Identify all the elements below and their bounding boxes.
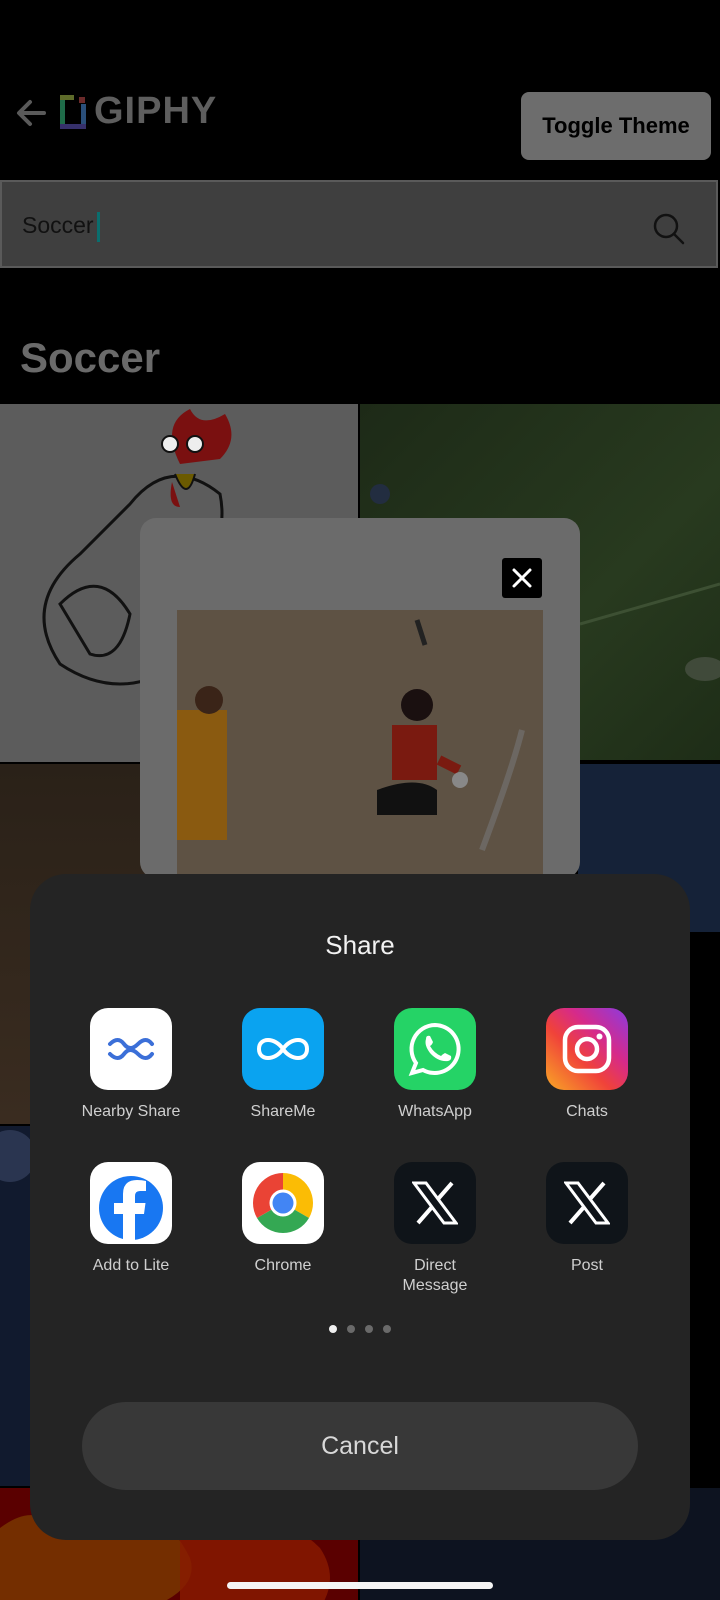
share-sheet-title: Share	[325, 930, 395, 960]
x-icon	[546, 1162, 628, 1244]
whatsapp-icon	[394, 1008, 476, 1090]
search-icon[interactable]	[652, 212, 686, 246]
app-label: WhatsApp	[398, 1103, 472, 1120]
app-label: Post	[570, 1257, 603, 1274]
app-label: Add to Lite	[92, 1257, 170, 1274]
close-icon	[512, 568, 532, 588]
share-target-shareme[interactable]: ShareMe	[208, 1008, 358, 1122]
page-dot-active	[329, 1325, 337, 1333]
top-bar: GIPHY Toggle Theme	[0, 0, 720, 178]
close-preview-button[interactable]	[502, 558, 542, 598]
app-label: Nearby Share	[81, 1103, 181, 1120]
share-target-instagram-chats[interactable]: Chats	[512, 1008, 662, 1122]
x-icon	[394, 1162, 476, 1244]
app-label: Chrome	[254, 1257, 312, 1274]
search-input-value: Soccer	[22, 212, 94, 239]
giphy-logo-mark-icon	[60, 94, 86, 129]
logo-text: GIPHY	[94, 90, 218, 132]
share-target-whatsapp[interactable]: WhatsApp	[360, 1008, 510, 1122]
share-target-x-post[interactable]: Post	[512, 1162, 662, 1276]
text-caret	[96, 212, 100, 242]
instagram-icon	[546, 1008, 628, 1090]
gif-preview-card	[140, 518, 580, 878]
share-target-nearby-share[interactable]: Nearby Share	[56, 1008, 206, 1122]
share-target-chrome[interactable]: Chrome	[208, 1162, 358, 1276]
page-indicator	[30, 1320, 690, 1338]
page-dot	[365, 1325, 373, 1333]
page-dot	[347, 1325, 355, 1333]
home-indicator[interactable]	[227, 1582, 493, 1589]
section-title: Soccer	[20, 334, 161, 381]
nearby-share-icon	[90, 1008, 172, 1090]
share-sheet: Share Nearby Share ShareMe WhatsApp Chat…	[30, 874, 690, 1540]
share-target-x-direct-message[interactable]: Direct Message	[360, 1162, 510, 1296]
goalkeeper-gif-image	[177, 610, 543, 878]
search-bar[interactable]: Soccer	[0, 180, 718, 268]
cancel-button[interactable]: Cancel	[82, 1402, 638, 1490]
chrome-icon	[242, 1162, 324, 1244]
back-arrow-icon[interactable]	[14, 96, 48, 130]
shareme-icon	[242, 1008, 324, 1090]
share-target-facebook-lite[interactable]: Add to Lite	[56, 1162, 206, 1276]
gif-preview-image	[177, 610, 543, 878]
page-dot	[383, 1325, 391, 1333]
search-input[interactable]: Soccer	[22, 212, 100, 242]
app-label: ShareMe	[250, 1103, 316, 1120]
facebook-lite-icon	[90, 1162, 172, 1244]
giphy-logo[interactable]: GIPHY	[58, 90, 217, 133]
toggle-theme-button[interactable]: Toggle Theme	[521, 92, 711, 160]
app-label: Direct Message	[402, 1257, 468, 1294]
app-label: Chats	[566, 1103, 608, 1120]
